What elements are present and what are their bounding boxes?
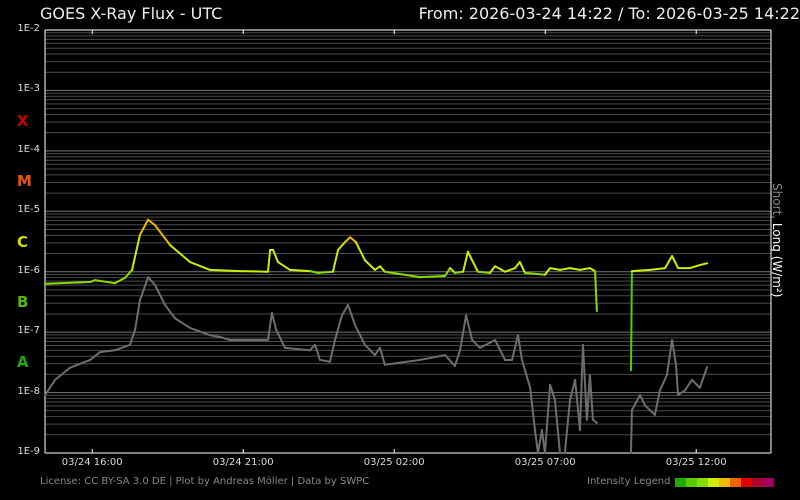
legend-swatch	[763, 478, 774, 487]
long-flux-segment	[276, 261, 292, 271]
long-flux-segment	[578, 267, 591, 271]
legend-swatch	[730, 478, 741, 487]
intensity-legend	[675, 478, 774, 487]
short-flux-segment	[568, 378, 577, 401]
long-flux-segment	[462, 250, 469, 273]
short-flux-segment	[591, 418, 598, 424]
short-flux-segment	[318, 358, 331, 363]
short-flux-segment	[189, 326, 212, 337]
short-flux-segment	[553, 398, 562, 454]
long-flux-segment	[418, 274, 446, 279]
short-flux-segment	[270, 311, 278, 331]
short-flux-segment	[209, 334, 221, 338]
legend-swatch	[719, 478, 730, 487]
xray-flux-plot	[44, 29, 772, 454]
long-flux-segment	[698, 262, 709, 267]
short-flux-segment	[629, 409, 633, 454]
y-axis-label-short: Short,	[770, 183, 784, 220]
short-flux-segment	[154, 284, 167, 306]
short-flux-segment	[674, 363, 680, 396]
long-flux-segment	[688, 264, 701, 270]
short-flux-segment	[266, 311, 273, 341]
long-flux-segment	[559, 267, 571, 271]
short-flux-segment	[671, 338, 677, 366]
long-flux-segment	[238, 270, 269, 273]
short-flux-segment	[588, 374, 594, 421]
long-flux-segment	[131, 233, 141, 271]
intensity-legend-label: Intensity Legend	[587, 476, 671, 487]
short-flux-segment	[630, 393, 642, 412]
legend-swatch	[752, 478, 763, 487]
long-flux-segment	[476, 270, 491, 274]
short-flux-segment	[443, 354, 456, 367]
long-flux-segment	[504, 267, 517, 273]
long-flux-segment	[379, 265, 386, 273]
long-flux-segment	[44, 280, 92, 285]
y-axis-label-long: Long (W/m²)	[770, 222, 784, 298]
long-flux-segment	[671, 255, 680, 270]
long-flux-segment	[494, 265, 507, 273]
long-flux-segment	[629, 270, 633, 372]
long-flux-segment	[113, 276, 127, 285]
short-flux-segment	[459, 314, 468, 352]
legend-swatch	[741, 478, 752, 487]
short-flux-segment	[643, 404, 656, 416]
long-flux-segment	[344, 236, 352, 244]
short-flux-segment	[328, 338, 337, 363]
y-axis-label: Short, Long (W/m²)	[770, 183, 784, 297]
short-flux-segment	[698, 366, 709, 389]
long-flux-segment	[363, 259, 376, 271]
legend-swatch	[708, 478, 719, 487]
long-flux-segment	[272, 248, 279, 264]
short-flux-segment	[658, 374, 668, 392]
short-flux-segment	[639, 393, 646, 407]
license-footer: License: CC BY-SA 3.0 DE | Plot by Andre…	[40, 476, 370, 487]
short-flux-segment	[536, 429, 543, 454]
long-flux-segment	[649, 267, 667, 271]
legend-swatch	[686, 478, 697, 487]
short-flux-segment	[54, 366, 71, 381]
long-flux-segment	[514, 261, 521, 270]
long-flux-segment	[471, 259, 479, 273]
short-flux-segment	[690, 378, 701, 389]
long-flux-segment	[664, 255, 674, 270]
short-flux-segment	[334, 314, 343, 341]
long-flux-segment	[549, 267, 562, 271]
short-flux-segment	[578, 343, 584, 432]
long-flux-segment	[630, 268, 652, 273]
long-flux-segment	[209, 268, 241, 273]
short-flux-segment	[314, 343, 321, 361]
short-flux-segment	[533, 429, 539, 454]
long-flux-segment	[138, 218, 150, 236]
long-flux-segment	[354, 241, 366, 262]
short-flux-segment	[373, 346, 382, 357]
long-flux-segment	[317, 270, 334, 274]
legend-swatch	[675, 478, 686, 487]
short-flux-segment	[134, 299, 141, 331]
long-flux-segment	[289, 268, 311, 273]
long-flux-segment	[349, 236, 357, 244]
long-flux-segment	[189, 261, 212, 271]
short-flux-segment	[173, 317, 192, 329]
short-flux-segment	[684, 378, 693, 392]
short-flux-segment	[164, 303, 176, 320]
long-flux-segment	[568, 267, 581, 271]
short-flux-segment	[563, 398, 571, 454]
long-flux-segment	[453, 270, 465, 274]
legend-swatch	[697, 478, 708, 487]
long-flux-segment	[124, 268, 134, 279]
short-flux-segment	[347, 303, 356, 326]
short-flux-segment	[465, 314, 474, 341]
